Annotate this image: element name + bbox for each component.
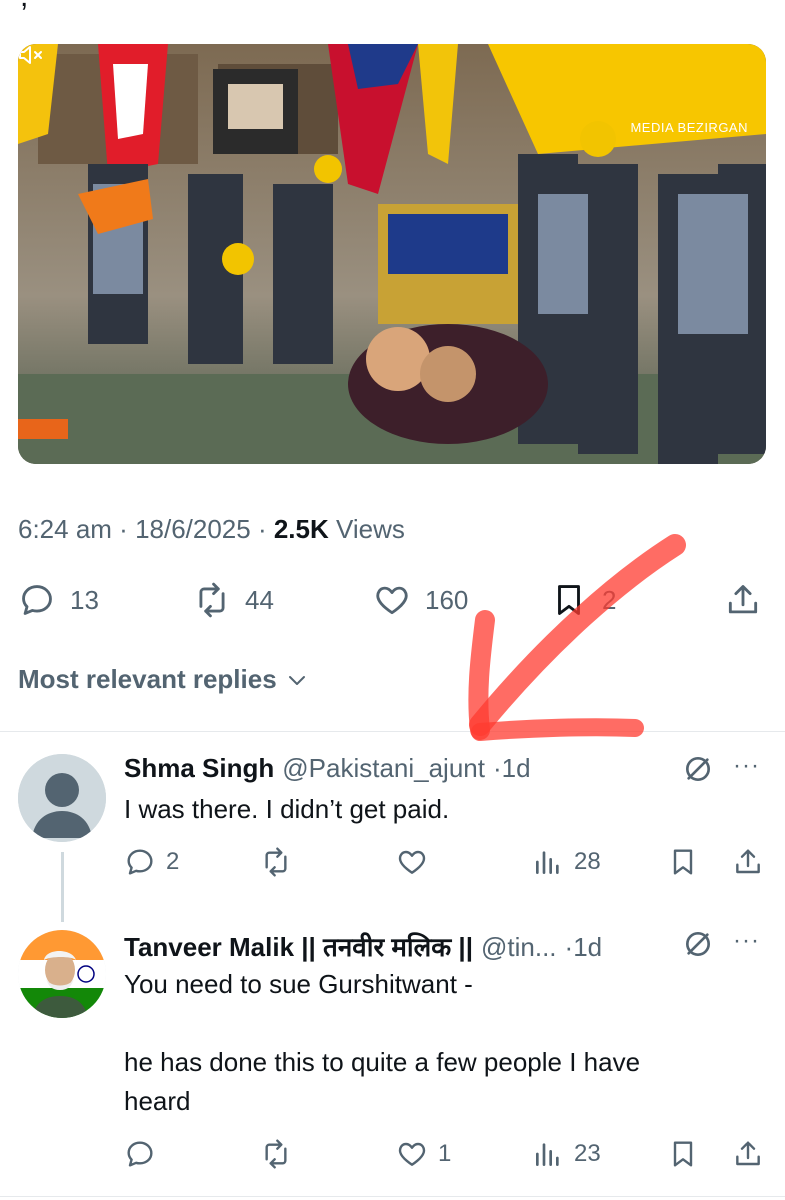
share-button[interactable] [732, 842, 764, 882]
hide-reply-icon[interactable] [682, 928, 714, 960]
reply-icon [127, 849, 153, 875]
views-count: 2.5K [273, 514, 329, 544]
reply-text-line: heard [124, 1086, 191, 1116]
video-watermark: MEDIA BEZIRGAN [630, 120, 748, 135]
chevron-down-icon [288, 675, 305, 685]
like-button[interactable] [396, 842, 438, 882]
analytics-icon [536, 851, 559, 874]
bookmark-button[interactable] [667, 1134, 699, 1174]
view-count: 23 [574, 1140, 601, 1167]
reply-header: Shma Singh @Pakistani_ajunt ·1d [124, 753, 531, 784]
views-button[interactable]: 23 [532, 1134, 601, 1174]
video-frame [18, 44, 766, 464]
divider [0, 1196, 785, 1197]
share-icon [736, 1141, 760, 1166]
replies-sort-selector[interactable]: Most relevant replies [18, 664, 309, 695]
heart-icon [376, 586, 408, 615]
mute-icon[interactable] [18, 44, 44, 66]
tweet-time: 6:24 am [18, 514, 112, 544]
divider [0, 731, 785, 732]
repost-count: 44 [245, 584, 274, 615]
thread-line [61, 852, 64, 922]
avatar[interactable] [18, 754, 106, 842]
share-icon [736, 849, 760, 874]
share-button[interactable] [724, 578, 762, 622]
tweet-date: 18/6/2025 [135, 514, 251, 544]
like-count: 160 [425, 584, 469, 615]
replies-sort-label: Most relevant replies [18, 664, 277, 694]
reply-text: I was there. I didn’t get paid. [124, 790, 744, 829]
reply-button[interactable]: 2 [124, 842, 179, 882]
reply-text-line [124, 1004, 744, 1043]
reply-count: 13 [70, 584, 99, 615]
tweet-timestamp: 6:24 am · 18/6/2025 · 2.5K Views [18, 514, 405, 544]
tweet-video[interactable]: MEDIA BEZIRGAN [18, 44, 766, 464]
bookmark-icon [673, 1141, 693, 1167]
reply-text-line: he has done this to quite a few people I… [124, 1047, 641, 1077]
like-button[interactable]: 1 [396, 1134, 451, 1174]
reply-count: 2 [166, 848, 180, 875]
heart-icon [398, 1142, 426, 1166]
more-options-icon[interactable]: ··· [733, 752, 760, 780]
reply-text: You need to sue Gurshitwant - he has don… [124, 965, 744, 1121]
bookmark-icon [673, 849, 693, 875]
reply-author-name[interactable]: Tanveer Malik || तनवीर मलिक || [124, 928, 473, 964]
share-icon [728, 585, 758, 614]
like-count: 1 [438, 1140, 452, 1167]
reply-icon [127, 1141, 153, 1167]
bookmark-count: 2 [602, 584, 617, 615]
reply-action-bar: 2 28 [124, 842, 769, 882]
share-button[interactable] [732, 1134, 764, 1174]
views-label: Views [336, 514, 405, 544]
reply-author-handle[interactable]: @Pakistani_ajunt [282, 753, 485, 784]
reply-time[interactable]: ·1d [493, 753, 531, 784]
avatar[interactable] [18, 930, 106, 1018]
bookmark-button[interactable] [667, 842, 699, 882]
more-options-icon[interactable]: ··· [733, 927, 760, 955]
default-avatar-icon [18, 754, 106, 842]
reply-time-value: 1d [501, 753, 531, 783]
like-button[interactable]: 160 [373, 578, 468, 622]
reply-text-line: I was there. I didn’t get paid. [124, 794, 450, 824]
reply-action-bar: 1 23 [124, 1134, 769, 1174]
reply-author-handle[interactable]: @tin... [481, 932, 557, 963]
reply-icon [22, 585, 52, 615]
tweet-action-bar: 13 44 160 2 [18, 578, 768, 622]
analytics-icon [536, 1143, 559, 1166]
heart-icon [398, 850, 426, 874]
reply-author-name[interactable]: Shma Singh [124, 753, 274, 784]
bookmark-button[interactable]: 2 [550, 578, 616, 622]
reply-text-line: You need to sue Gurshitwant - [124, 969, 473, 999]
repost-button[interactable] [260, 842, 302, 882]
reply-time-value: 1d [573, 932, 603, 962]
repost-button[interactable]: 44 [193, 578, 274, 622]
annotation-arrow-icon [468, 534, 686, 741]
view-count: 28 [574, 848, 601, 875]
reply-button[interactable] [124, 1134, 166, 1174]
profile-photo [18, 930, 106, 1018]
reply-header: Tanveer Malik || तनवीर मलिक || @tin... ·… [124, 928, 602, 964]
reply-time[interactable]: ·1d [565, 932, 603, 963]
repost-icon [265, 1139, 287, 1169]
repost-icon [265, 847, 287, 877]
views-button[interactable]: 28 [532, 842, 601, 882]
repost-button[interactable] [260, 1134, 302, 1174]
bookmark-icon [558, 585, 580, 615]
repost-icon [199, 582, 225, 618]
previous-text-fragment: , [0, 0, 785, 22]
hide-reply-icon[interactable] [682, 753, 714, 785]
reply-button[interactable]: 13 [18, 578, 99, 622]
